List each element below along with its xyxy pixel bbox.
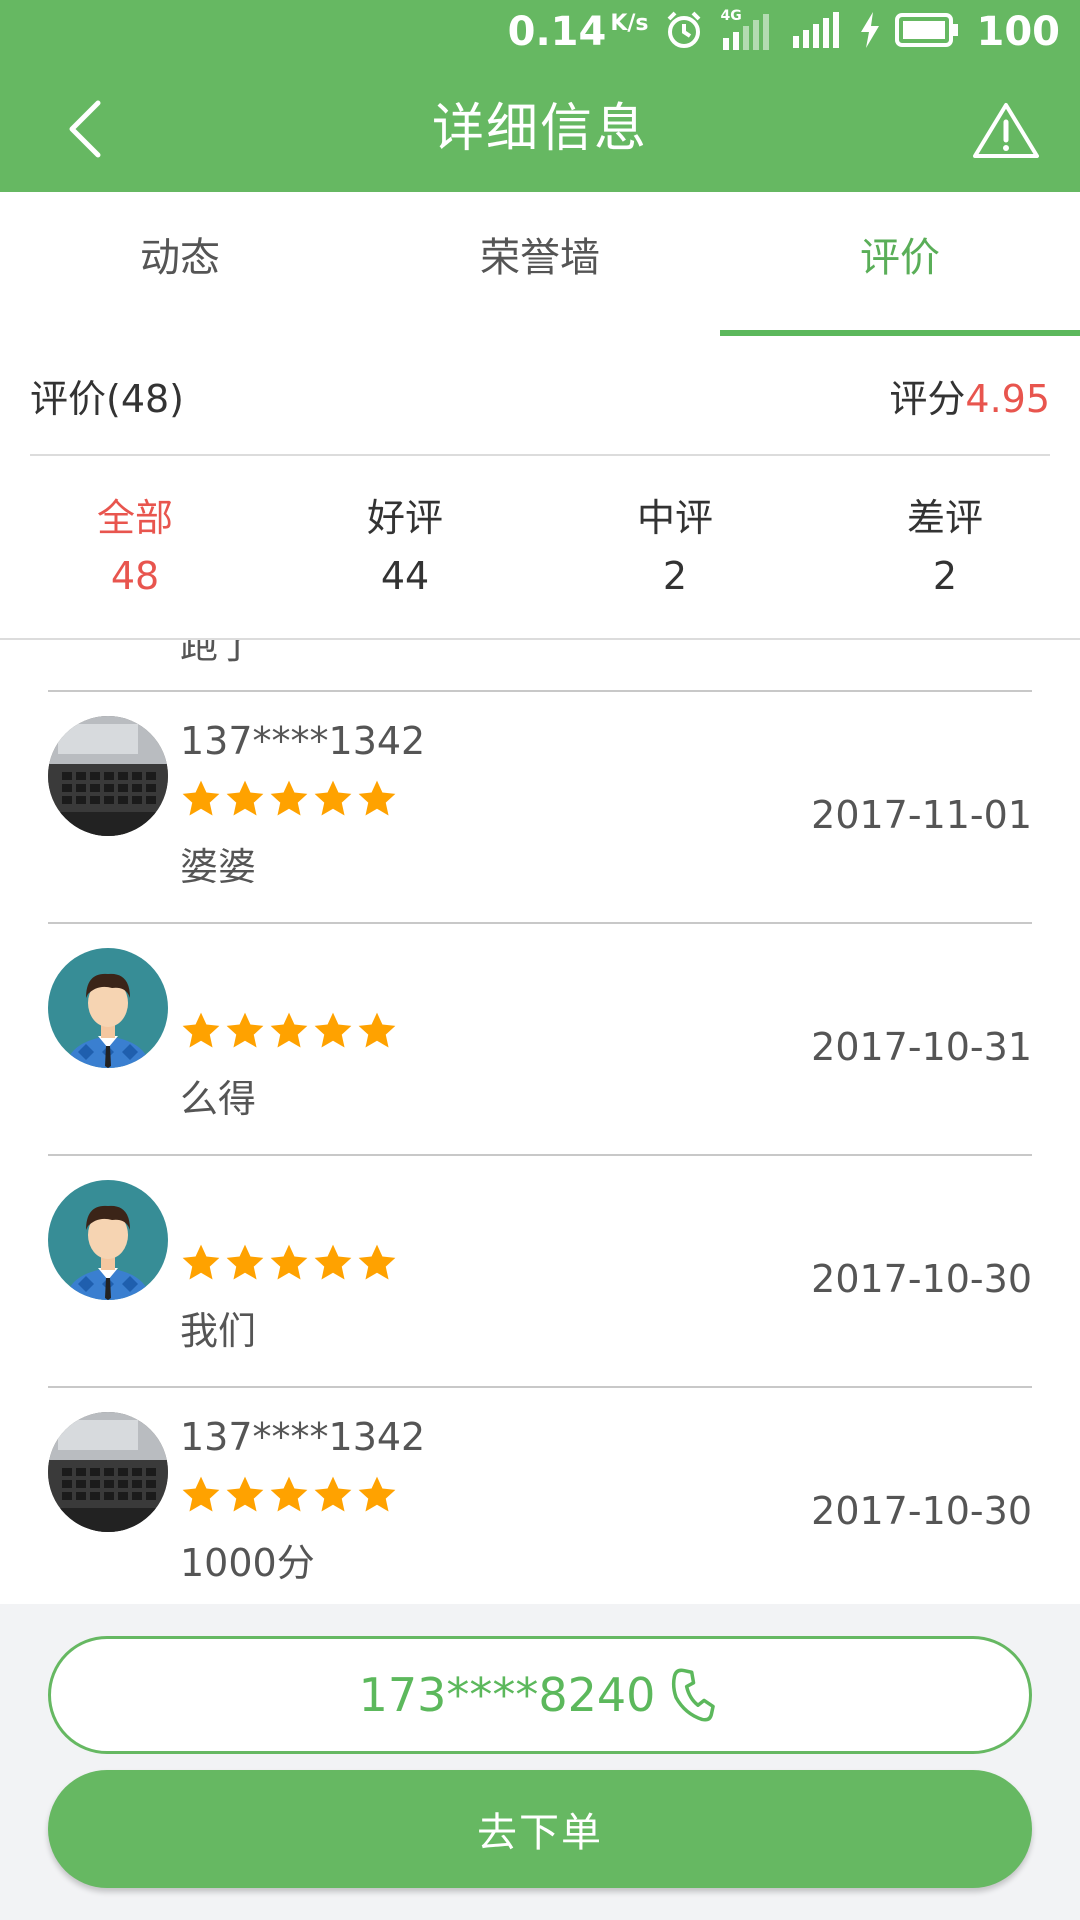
filter-positive[interactable]: 好评 44 [270, 456, 540, 638]
bottom-actions: 173****8240 去下单 [0, 1604, 1080, 1920]
filter-count: 2 [662, 554, 688, 598]
review-user: 137****1342 [180, 1415, 426, 1459]
star-icon [314, 1476, 352, 1512]
star-icon [314, 780, 352, 816]
star-rating [180, 1010, 398, 1052]
star-icon [226, 1012, 264, 1048]
app-header: 0.14 K/s 4G 100 详细信息 [0, 0, 1080, 192]
review-list[interactable]: 跑了 137****1342 2017-11-01 婆婆 2017-10-31 [0, 640, 1080, 1604]
star-icon [314, 1244, 352, 1280]
report-button[interactable] [968, 98, 1044, 162]
review-text: 1000分 [180, 1541, 315, 1585]
filter-neutral[interactable]: 中评 2 [540, 456, 810, 638]
place-order-button[interactable]: 去下单 [48, 1770, 1032, 1888]
charging-icon [859, 10, 881, 54]
star-icon [182, 780, 220, 816]
avatar [48, 948, 168, 1068]
star-rating [180, 778, 398, 820]
star-icon [226, 1476, 264, 1512]
star-icon [358, 1244, 396, 1280]
review-count-label: 评价(48) [30, 376, 185, 421]
avatar [48, 716, 168, 836]
star-icon [270, 780, 308, 816]
filter-negative[interactable]: 差评 2 [810, 456, 1080, 638]
star-icon [270, 1476, 308, 1512]
call-phone-button[interactable]: 173****8240 [48, 1636, 1032, 1754]
review-item: 2017-10-31 么得 [48, 924, 1032, 1156]
signal-icon [789, 10, 845, 54]
star-icon [182, 1476, 220, 1512]
review-text-partial: 跑了 [180, 640, 257, 667]
filter-all[interactable]: 全部 48 [0, 456, 270, 638]
tab-dynamics[interactable]: 动态 [0, 192, 360, 336]
review-text: 婆婆 [180, 845, 257, 889]
review-text: 我们 [180, 1309, 257, 1353]
review-date: 2017-10-30 [811, 1257, 1032, 1301]
star-icon [226, 1244, 264, 1280]
network-speed: 0.14 K/s [507, 9, 649, 55]
filter-label: 中评 [636, 496, 713, 540]
phone-number: 173****8240 [358, 1668, 656, 1722]
filter-count: 44 [380, 554, 430, 598]
review-item: 137****1342 2017-10-30 1000分 [48, 1388, 1032, 1604]
star-icon [182, 1012, 220, 1048]
review-filters: 全部 48 好评 44 中评 2 差评 2 [0, 456, 1080, 640]
review-item: 2017-10-30 我们 [48, 1156, 1032, 1388]
filter-count: 48 [110, 554, 160, 598]
star-icon [270, 1244, 308, 1280]
avatar [48, 1180, 168, 1300]
score: 评分4.95 [889, 376, 1050, 421]
warning-triangle-icon [973, 103, 1039, 158]
signal-4g-icon: 4G [719, 8, 775, 52]
review-date: 2017-10-30 [811, 1489, 1032, 1533]
filter-count: 2 [932, 554, 958, 598]
star-rating [180, 1242, 398, 1284]
battery-icon [894, 12, 959, 52]
status-bar: 0.14 K/s 4G 100 [0, 0, 1080, 64]
review-date: 2017-11-01 [811, 793, 1032, 837]
star-rating [180, 1474, 398, 1516]
review-date: 2017-10-31 [811, 1025, 1032, 1069]
tab-reviews[interactable]: 评价 [720, 192, 1080, 336]
star-icon [358, 1476, 396, 1512]
tab-bar: 动态 荣誉墙 评价 [0, 192, 1080, 336]
alarm-icon [663, 9, 705, 55]
star-icon [226, 780, 264, 816]
score-value: 4.95 [965, 376, 1050, 421]
star-icon [358, 1012, 396, 1048]
star-icon [358, 780, 396, 816]
filter-label: 好评 [366, 496, 443, 540]
filter-label: 差评 [906, 496, 983, 540]
battery-percent: 100 [976, 9, 1061, 55]
phone-icon [672, 1668, 716, 1722]
review-text: 么得 [180, 1077, 257, 1121]
review-summary: 评价(48) 评分4.95 [30, 336, 1050, 456]
tab-honor-wall[interactable]: 荣誉墙 [360, 192, 720, 336]
review-item: 137****1342 2017-11-01 婆婆 [48, 692, 1032, 924]
page-title: 详细信息 [431, 99, 648, 159]
filter-label: 全部 [96, 496, 173, 540]
star-icon [270, 1012, 308, 1048]
review-user: 137****1342 [180, 719, 426, 763]
avatar [48, 1412, 168, 1532]
star-icon [314, 1012, 352, 1048]
star-icon [182, 1244, 220, 1280]
